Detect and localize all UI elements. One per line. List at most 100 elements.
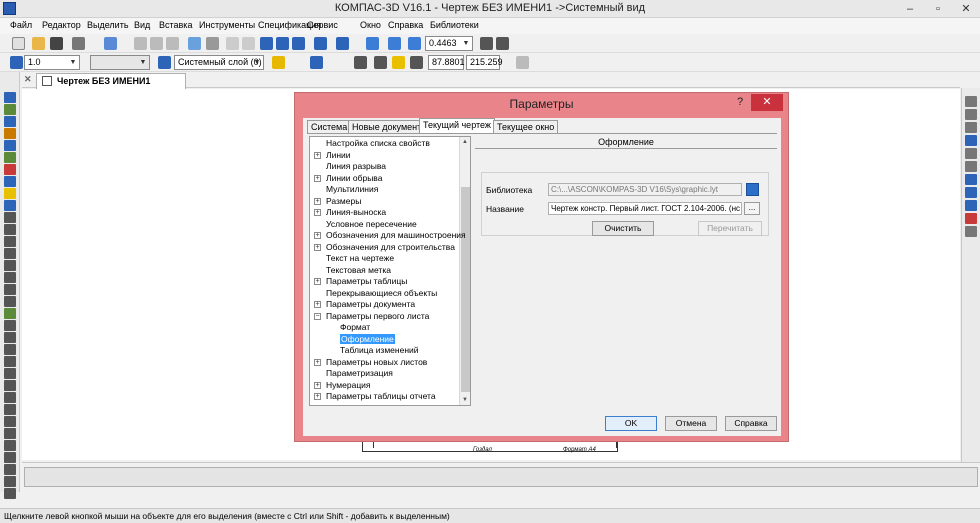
view-tool-icon[interactable] <box>965 200 977 211</box>
chevron-down-icon[interactable]: ▼ <box>68 57 78 68</box>
tree-item[interactable]: Линия-выноска <box>326 207 386 218</box>
tree-item[interactable]: Размеры <box>326 196 361 207</box>
tool-icon[interactable] <box>4 236 16 247</box>
tool-icon[interactable] <box>4 272 16 283</box>
expand-icon[interactable]: + <box>314 381 321 389</box>
layer-field[interactable]: Системный слой (0) ▼ <box>174 55 264 70</box>
scroll-up-icon[interactable]: ▲ <box>460 137 470 147</box>
undo-icon[interactable] <box>226 37 239 50</box>
tool-icon[interactable] <box>4 320 16 331</box>
tab-system[interactable]: Система <box>307 120 352 133</box>
tab-current-drawing[interactable]: Текущий чертеж <box>419 118 495 134</box>
expand-icon[interactable]: + <box>314 232 321 239</box>
help-button[interactable]: Справка <box>725 416 777 431</box>
zoom-field[interactable]: 0.4463 ▼ <box>425 36 473 51</box>
tool-icon[interactable] <box>4 296 16 307</box>
tree-item[interactable]: Условное пересечение <box>326 219 417 230</box>
dialog-help-icon[interactable]: ? <box>737 96 743 108</box>
expand-icon[interactable]: + <box>314 197 321 205</box>
tree-item[interactable]: Параметры таблицы <box>326 276 407 287</box>
help-pointer-icon[interactable] <box>336 37 349 50</box>
scroll-down-icon[interactable]: ▼ <box>460 395 470 405</box>
tool-icon[interactable] <box>4 128 16 139</box>
view-tool-icon[interactable] <box>965 174 977 185</box>
tool-icon[interactable] <box>4 284 16 295</box>
tool-icon[interactable] <box>4 440 16 451</box>
name-browse-button[interactable]: ... <box>744 202 760 215</box>
tool-icon[interactable] <box>4 308 16 319</box>
tool-icon[interactable] <box>4 152 16 163</box>
chevron-down-icon[interactable]: ▼ <box>138 57 148 68</box>
tool-icon[interactable] <box>4 104 16 115</box>
tool-icon[interactable] <box>4 344 16 355</box>
tree-item[interactable]: Линия разрыва <box>326 161 386 172</box>
tree-item[interactable]: Настройка списка свойств <box>326 138 430 149</box>
view-tool-icon[interactable] <box>965 148 977 159</box>
coords-icon[interactable] <box>410 56 423 69</box>
style-field[interactable]: ▼ <box>90 55 150 70</box>
tool-icon[interactable] <box>4 176 16 187</box>
coord-x-field[interactable]: 87.8801 <box>428 55 465 70</box>
menu-item[interactable]: Инструменты <box>199 20 255 30</box>
tree-item[interactable]: Параметры первого листа <box>326 311 429 322</box>
view-tool-icon[interactable] <box>965 96 977 107</box>
menu-item[interactable]: Окно <box>360 20 381 30</box>
tool-icon[interactable] <box>4 416 16 427</box>
refresh-icon[interactable] <box>496 37 509 50</box>
open-folder-icon[interactable] <box>32 37 45 50</box>
snap-settings-icon[interactable] <box>516 56 529 69</box>
new-file-icon[interactable] <box>12 37 25 50</box>
menu-item[interactable]: Файл <box>10 20 32 30</box>
tree-item[interactable]: Линии <box>326 150 351 161</box>
scroll-thumb[interactable] <box>461 187 470 392</box>
tree-item[interactable]: Линии обрыва <box>326 173 382 184</box>
tool-icon[interactable] <box>4 488 16 499</box>
view-tool-icon[interactable] <box>965 109 977 120</box>
tool-icon[interactable] <box>4 332 16 343</box>
close-tab-icon[interactable]: ✕ <box>24 74 32 85</box>
variables-icon[interactable] <box>276 37 289 50</box>
tab-current-window[interactable]: Текущее окно <box>493 120 559 133</box>
dialog-close-button[interactable]: ✕ <box>751 94 783 111</box>
expand-icon[interactable]: + <box>314 393 321 400</box>
redo-icon[interactable] <box>242 37 255 50</box>
grid-icon[interactable] <box>10 56 23 69</box>
close-window-button[interactable]: ✕ <box>952 0 980 18</box>
snap-icon[interactable] <box>392 56 405 69</box>
menu-item[interactable]: Выделить <box>87 20 129 30</box>
coord-y-field[interactable]: 215.259 <box>466 55 503 70</box>
tool-icon[interactable] <box>4 92 16 103</box>
menu-item[interactable]: Библиотеки <box>430 20 479 30</box>
tree-item[interactable]: Формат <box>340 322 370 333</box>
view-tool-icon[interactable] <box>965 122 977 133</box>
view-tool-icon[interactable] <box>965 161 977 172</box>
expand-icon[interactable]: + <box>314 151 321 159</box>
document-tab[interactable]: Чертеж БЕЗ ИМЕНИ1 <box>36 73 186 89</box>
expand-icon[interactable]: + <box>314 174 321 182</box>
menu-item[interactable]: Вставка <box>159 20 192 30</box>
tool-icon[interactable] <box>4 380 16 391</box>
tool-icon[interactable] <box>4 248 16 259</box>
save-icon[interactable] <box>50 37 63 50</box>
paste-icon[interactable] <box>166 37 179 50</box>
view-tool-icon[interactable] <box>965 187 977 198</box>
tool-icon[interactable] <box>4 464 16 475</box>
ok-button[interactable]: OK <box>605 416 657 431</box>
tree-item[interactable]: Параметры таблицы отчета <box>326 391 436 402</box>
color-icon[interactable] <box>272 56 285 69</box>
name-field[interactable]: Чертеж констр. Первый лист. ГОСТ 2.104-2… <box>548 202 742 215</box>
minimize-button[interactable]: – <box>896 0 924 18</box>
tree-item[interactable]: Параметры документа <box>326 299 415 310</box>
menu-item[interactable]: Сервис <box>307 20 338 30</box>
tool-icon[interactable] <box>4 476 16 487</box>
cursor-icon[interactable] <box>310 56 323 69</box>
library-manager-icon[interactable] <box>314 37 327 50</box>
tool-icon[interactable] <box>4 116 16 127</box>
tool-icon[interactable] <box>4 452 16 463</box>
local-cs-icon[interactable] <box>374 56 387 69</box>
tool-icon[interactable] <box>4 260 16 271</box>
pan-icon[interactable] <box>480 37 493 50</box>
zoom-window-icon[interactable] <box>388 37 401 50</box>
settings-tree[interactable]: ▲ ▼ Настройка списка свойств + Линии Линия … <box>309 136 471 406</box>
collapse-icon[interactable]: − <box>314 312 321 320</box>
